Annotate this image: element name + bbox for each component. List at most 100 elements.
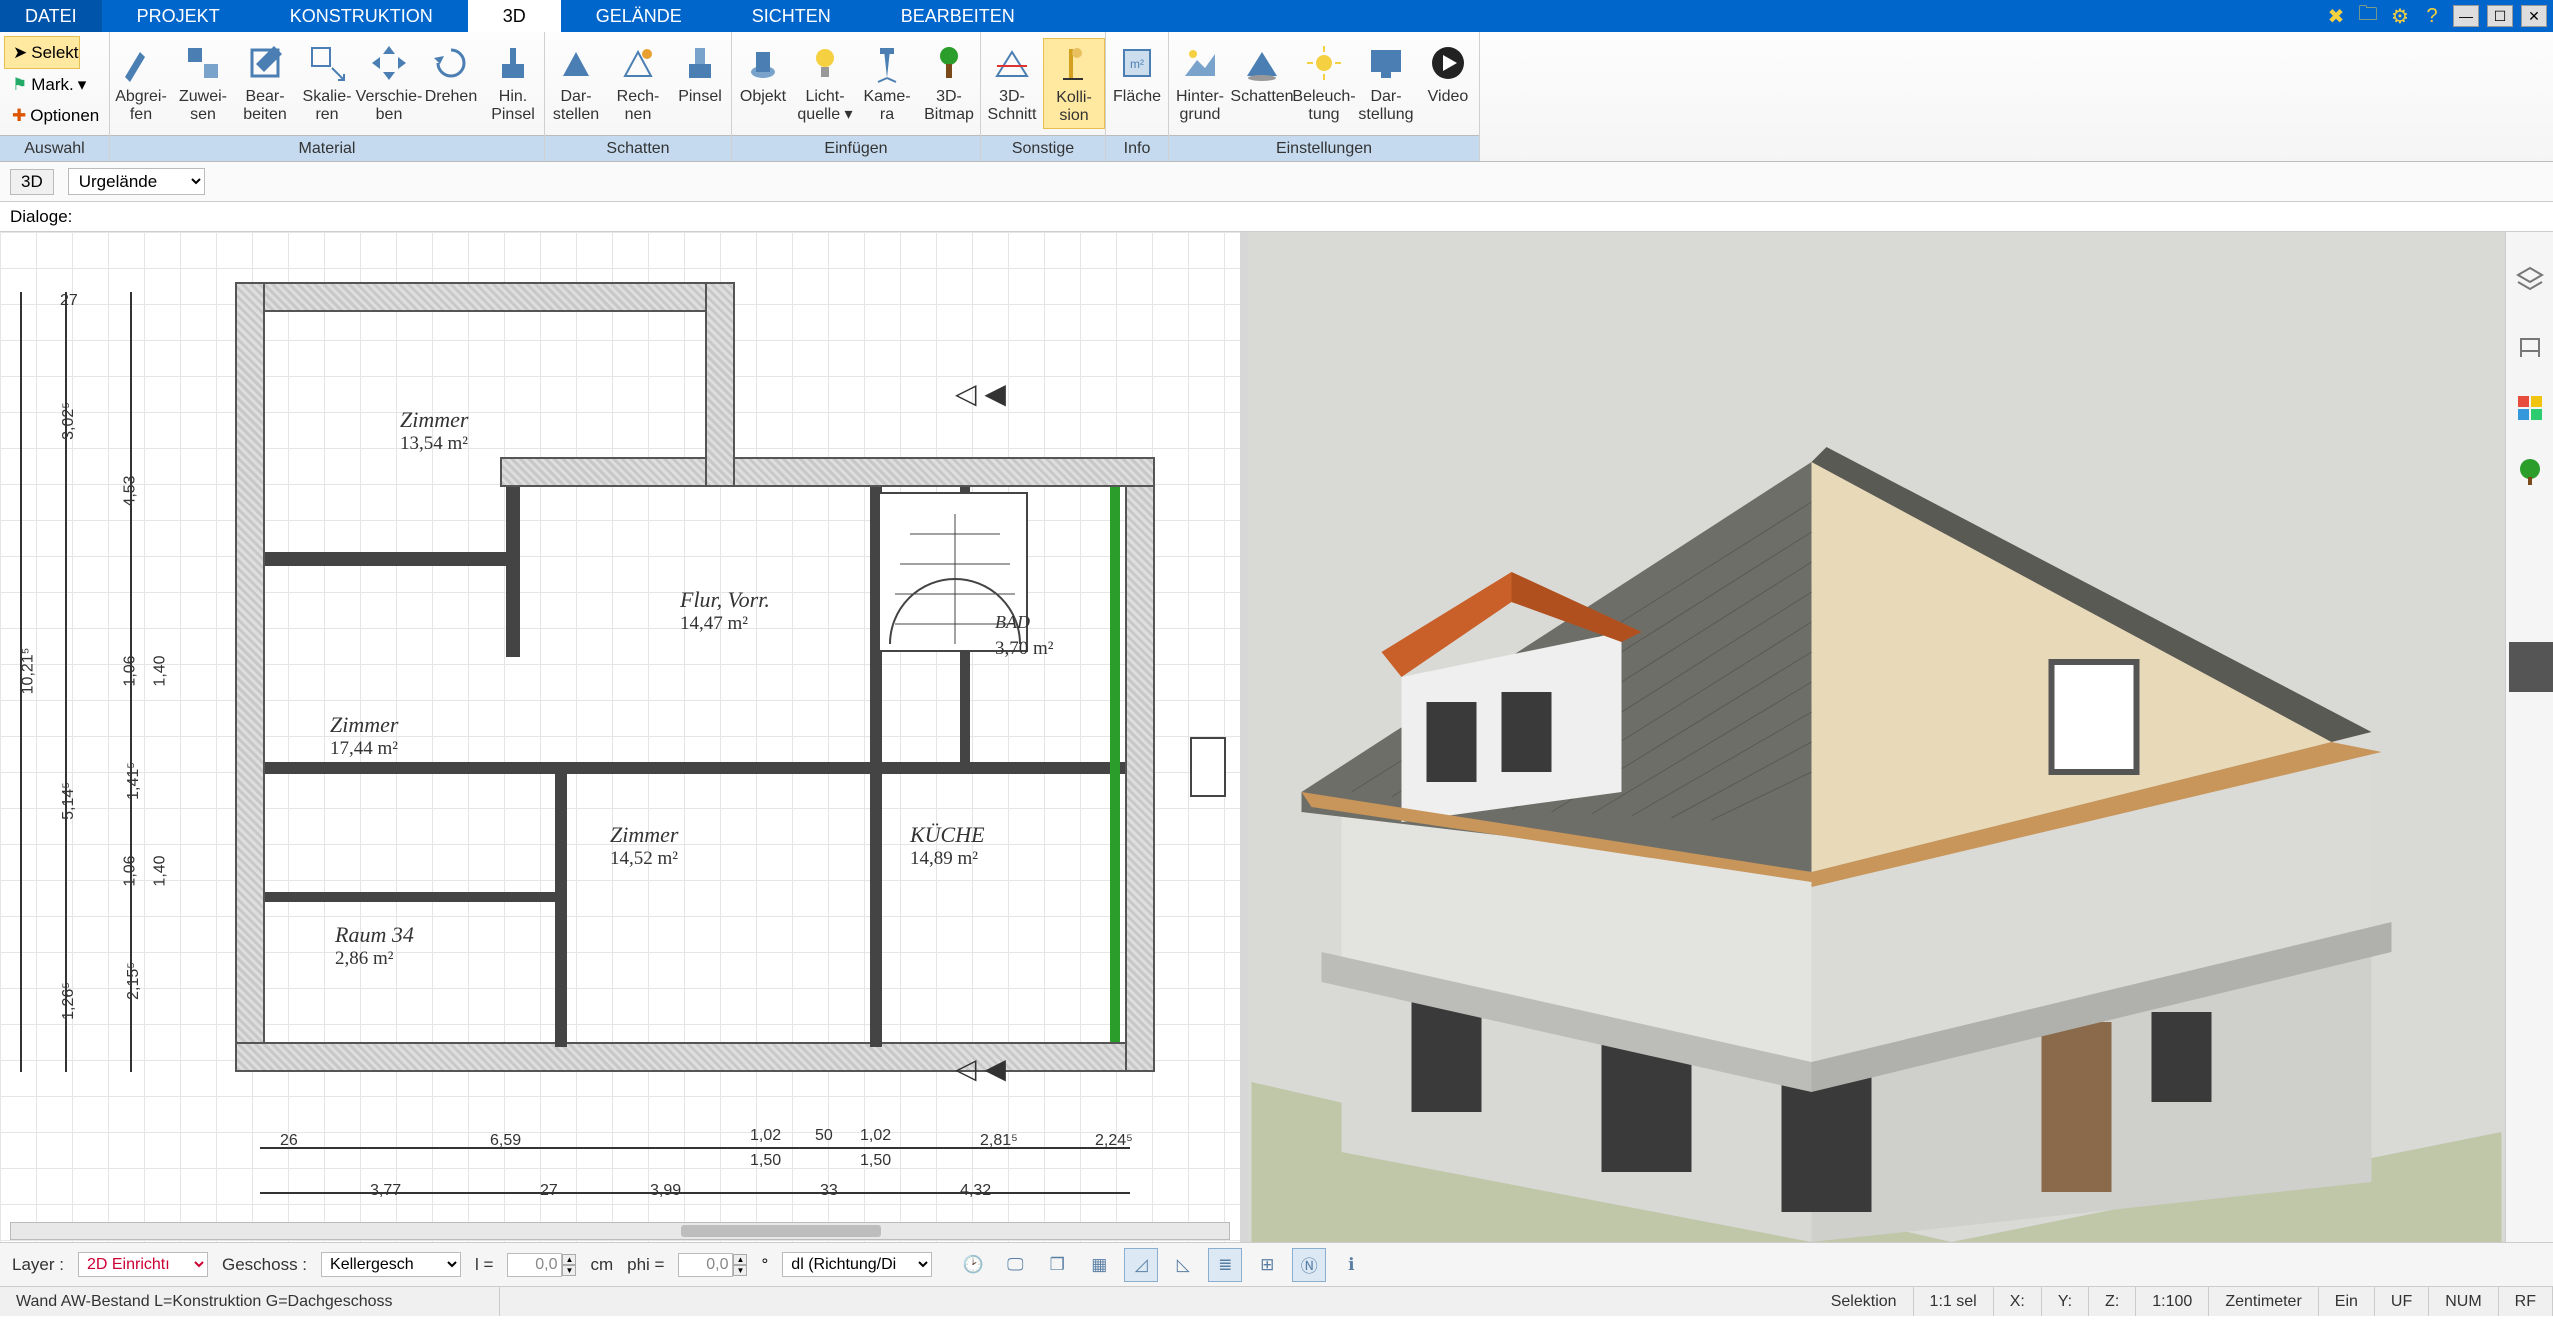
- tool-3dschnitt[interactable]: 3D-Schnitt: [981, 38, 1043, 127]
- horizontal-scrollbar[interactable]: [10, 1222, 1230, 1240]
- menu-konstruktion[interactable]: KONSTRUKTION: [255, 0, 468, 32]
- snap1-icon[interactable]: ◿: [1124, 1248, 1158, 1282]
- tree-icon[interactable]: [2512, 454, 2548, 490]
- tool-video[interactable]: Video: [1417, 38, 1479, 110]
- terrain-select[interactable]: Urgelände: [68, 168, 205, 195]
- lichtquelle-icon: [804, 42, 846, 84]
- palette-icon[interactable]: [2512, 390, 2548, 426]
- tool-pinsel[interactable]: Pinsel: [669, 38, 731, 110]
- tool-3dbitmap[interactable]: 3D-Bitmap: [918, 38, 980, 127]
- tool-skalieren[interactable]: Skalie-ren: [296, 38, 358, 127]
- rechnen-icon: [617, 42, 659, 84]
- layers-icon[interactable]: [2512, 262, 2548, 298]
- tool-drehen[interactable]: Drehen: [420, 38, 482, 110]
- dim-label: 1,50: [860, 1152, 891, 1170]
- tool-zuweisen[interactable]: Zuwei-sen: [172, 38, 234, 127]
- room-name: Flur, Vorr.: [680, 587, 770, 613]
- tool-hinpinsel[interactable]: Hin.Pinsel: [482, 38, 544, 127]
- grid-icon[interactable]: ⊞: [1250, 1248, 1284, 1282]
- tool-label: Dar-stellung: [1358, 88, 1413, 123]
- status-z: Z:: [2089, 1287, 2136, 1316]
- dim-label: 2,15⁵: [125, 962, 143, 1000]
- tool-verschieben[interactable]: Verschie-ben: [358, 38, 420, 127]
- close-button[interactable]: ✕: [2521, 5, 2547, 27]
- view-sub-bar: 3D Urgelände: [0, 162, 2553, 202]
- view-splitter[interactable]: [1240, 232, 1248, 1242]
- cubes-icon[interactable]: ❒: [1040, 1248, 1074, 1282]
- ribbon-label: Einfügen: [732, 135, 980, 161]
- tool-label: Verschie-ben: [356, 88, 423, 123]
- tool-objekt[interactable]: Objekt: [732, 38, 794, 110]
- menu-bearbeiten[interactable]: BEARBEITEN: [866, 0, 1050, 32]
- furniture-icon[interactable]: [2512, 326, 2548, 362]
- tool-label: Kolli-sion: [1056, 89, 1092, 124]
- help-icon[interactable]: ?: [2419, 3, 2445, 29]
- room-area: 17,44 m²: [330, 738, 398, 760]
- tool-beleuchtung[interactable]: Beleuch-tung: [1293, 38, 1355, 127]
- tool-flaeche[interactable]: m²Fläche: [1106, 38, 1168, 110]
- wall: [265, 892, 555, 902]
- geschoss-select[interactable]: Kellergesch: [321, 1252, 461, 1277]
- ribbon-group-material: Abgrei-fenZuwei-senBear-beitenSkalie-ren…: [110, 32, 545, 161]
- tool-lichtquelle[interactable]: Licht-quelle ▾: [794, 38, 856, 127]
- wall: [1125, 457, 1155, 1072]
- dim-label: 6,59: [490, 1132, 521, 1150]
- ribbon-label: Sonstige: [981, 135, 1105, 161]
- length-spinner[interactable]: ▲▼: [507, 1253, 576, 1277]
- dim-label: 3,77: [370, 1182, 401, 1200]
- status-unit: Zentimeter: [2209, 1287, 2318, 1316]
- dim-label: 50: [815, 1127, 833, 1145]
- room-name: Zimmer: [330, 712, 398, 738]
- tool-label: Fläche: [1113, 88, 1161, 106]
- tool-darstellung[interactable]: Dar-stellung: [1355, 38, 1417, 127]
- tool-bearbeiten[interactable]: Bear-beiten: [234, 38, 296, 127]
- tool-label: 3D-Bitmap: [924, 88, 974, 123]
- optionen-button[interactable]: ✚ Optionen: [4, 100, 99, 131]
- menu-sichten[interactable]: SICHTEN: [717, 0, 866, 32]
- selekt-button[interactable]: ➤ Selekt: [4, 36, 80, 69]
- gear-icon[interactable]: ⚙: [2387, 3, 2413, 29]
- dim-label: 1,26⁵: [60, 982, 78, 1020]
- direction-select[interactable]: dl (Richtung/Di: [782, 1252, 932, 1277]
- tool-rechnen[interactable]: Rech-nen: [607, 38, 669, 127]
- menu-3d[interactable]: 3D: [468, 0, 561, 32]
- tool-label: Video: [1428, 88, 1469, 106]
- dim-label: 27: [60, 292, 78, 310]
- length-label: l =: [475, 1255, 493, 1275]
- phi-spinner[interactable]: ▲▼: [678, 1253, 747, 1277]
- tool-icon[interactable]: ✖: [2323, 3, 2349, 29]
- dim-label: 1,41⁵: [125, 762, 143, 800]
- status-selektion: Selektion: [1815, 1287, 1914, 1316]
- ribbon-label: Schatten: [545, 135, 731, 161]
- menu-datei[interactable]: DATEI: [0, 0, 102, 32]
- menu-projekt[interactable]: PROJEKT: [102, 0, 255, 32]
- info-icon[interactable]: ℹ: [1334, 1248, 1368, 1282]
- minimize-button[interactable]: —: [2453, 5, 2479, 27]
- view-2d[interactable]: ◁ ◀ ◁ ◀ Zimmer13,54 m²Flur, Vorr.14,47 m…: [0, 232, 1240, 1242]
- tool-label: Abgrei-fen: [115, 88, 167, 123]
- view-3d[interactable]: [1248, 232, 2505, 1242]
- tool-darstellen[interactable]: Dar-stellen: [545, 38, 607, 127]
- dim-label: 10,21⁵: [19, 648, 37, 695]
- geschoss-label: Geschoss :: [222, 1255, 307, 1275]
- north-icon[interactable]: Ⓝ: [1292, 1248, 1326, 1282]
- clock-icon[interactable]: 🕑: [956, 1248, 990, 1282]
- color-stack-icon[interactable]: ▦: [1082, 1248, 1116, 1282]
- tool-kollision[interactable]: Kolli-sion: [1043, 38, 1105, 129]
- folder-icon[interactable]: 🗀: [2355, 3, 2381, 29]
- tool-kamera[interactable]: Kame-ra: [856, 38, 918, 127]
- tool-abgreifen[interactable]: Abgrei-fen: [110, 38, 172, 127]
- tool-hintergrund[interactable]: Hinter-grund: [1169, 38, 1231, 127]
- maximize-button[interactable]: ☐: [2487, 5, 2513, 27]
- dim-label: 26: [280, 1132, 298, 1150]
- monitor-icon[interactable]: 🖵: [998, 1248, 1032, 1282]
- wall: [555, 762, 567, 1047]
- snap2-icon[interactable]: ◺: [1166, 1248, 1200, 1282]
- tool-schatten2[interactable]: Schatten: [1231, 38, 1293, 110]
- layer-select[interactable]: 2D Einrichtı: [78, 1252, 208, 1277]
- layers-toggle-icon[interactable]: ≣: [1208, 1248, 1242, 1282]
- menu-gelaende[interactable]: GELÄNDE: [561, 0, 717, 32]
- side-drawer-tab[interactable]: [2509, 642, 2553, 692]
- tool-label: Beleuch-tung: [1292, 88, 1355, 123]
- mark-button[interactable]: ⚑ Mark.▾: [4, 69, 86, 100]
